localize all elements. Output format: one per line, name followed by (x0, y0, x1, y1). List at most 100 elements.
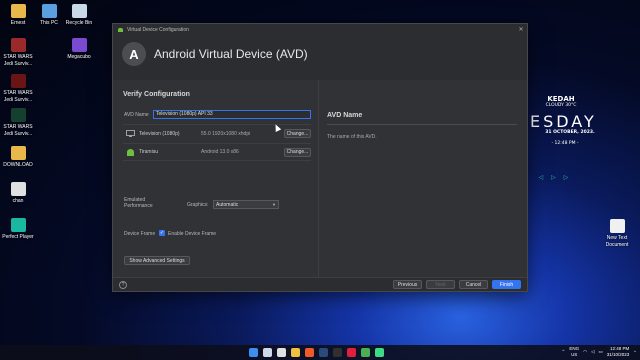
chrome-icon[interactable] (361, 348, 370, 357)
show-advanced-settings-button[interactable]: Show Advanced Settings (124, 256, 190, 265)
desktop-icon[interactable]: STAR WARS Jedi Surviv... (1, 38, 35, 67)
previous-button[interactable]: Previous (393, 280, 422, 289)
device-spec: 55.0 1920x1080 xhdpi (201, 130, 251, 137)
widget-date: 31 OCTOBER, 2023. (545, 130, 595, 135)
terminal-icon[interactable] (333, 348, 342, 357)
desktop-icon-label: STAR WARS Jedi Surviv... (3, 124, 33, 137)
help-panel-title: AVD Name (327, 112, 363, 119)
desktop-icon[interactable]: STAR WARS Jedi Surviv... (1, 74, 35, 103)
help-panel-rule (327, 124, 517, 125)
task-view-icon[interactable] (277, 348, 286, 357)
android-icon (127, 148, 134, 156)
desktop-icon-label: DOWNLOAD (3, 162, 33, 168)
desktop-icon-label: STAR WARS Jedi Surviv... (3, 90, 33, 103)
folder-icon (10, 146, 26, 160)
device-frame-label: Device Frame (124, 231, 156, 237)
desktop-icon-new-text-document[interactable]: New Text Document (600, 219, 634, 248)
game-icon (10, 108, 26, 122)
game-icon (10, 74, 26, 88)
file-explorer-icon[interactable] (291, 348, 300, 357)
volume-icon[interactable]: ◁ (591, 349, 594, 355)
system-image-spec: Android 13.0 x86 (201, 149, 239, 155)
chevron-up-icon[interactable]: ⌃ (562, 349, 566, 355)
emulated-performance-label: Emulated Performance (124, 197, 153, 209)
system-tray: ⌃ ENG US ◠ ◁ ▭ 12:48 PM 31/10/2023 ◔ (562, 346, 636, 357)
desktop-icon-label: Ernest (10, 20, 26, 26)
media-controls[interactable]: ◁ ▷ ▷ (538, 174, 572, 181)
android-studio-icon (118, 27, 123, 32)
desktop-icon[interactable]: Ernest (1, 4, 35, 27)
system-image-name: Tiramisu (139, 149, 158, 155)
panel-divider (318, 80, 319, 277)
desktop-icon-label: Recycle Bin (65, 20, 93, 26)
change-system-image-button[interactable]: Change... (284, 147, 311, 157)
device-row-hardware: Television (1080p) 55.0 1920x1080 xhdpi … (123, 124, 311, 142)
desktop-icon-label: This PC (40, 20, 58, 26)
language-indicator[interactable]: ENG US (569, 346, 579, 357)
desktop-icon-label: Perfect Player (2, 234, 34, 240)
battery-icon[interactable]: ▭ (598, 349, 602, 355)
weather-condition: CLOUDY 30°C (545, 103, 577, 108)
finish-button[interactable]: Finish (492, 280, 521, 289)
help-icon[interactable]: ? (119, 280, 127, 289)
text-document-icon (609, 219, 625, 233)
taskbar-apps (249, 348, 384, 357)
desktop-icon[interactable]: Recycle Bin (62, 4, 96, 27)
file-icon (10, 182, 26, 196)
taskbar: ⌃ ENG US ◠ ◁ ▭ 12:48 PM 31/10/2023 ◔ (0, 345, 640, 360)
desktop-icon[interactable]: STAR WARS Jedi Surviv... (1, 108, 35, 137)
avd-logo-icon: A (122, 42, 146, 66)
opera-gx-icon[interactable] (347, 348, 356, 357)
dialog-header: A Android Virtual Device (AVD) (113, 35, 527, 73)
tv-icon (126, 130, 135, 137)
widget-time: - 12:48 PM - (551, 141, 579, 146)
graphics-label: Graphics: (187, 202, 209, 208)
device-name: Television (1080p) (139, 130, 180, 137)
folder-user-icon (10, 4, 26, 18)
android-studio-icon[interactable] (375, 348, 384, 357)
next-button[interactable]: Next (426, 280, 455, 289)
dialog-window-title: Virtual Device Configuration (127, 26, 189, 33)
desktop-icon-label: Megacubo (67, 54, 91, 60)
graphics-selected-value: Automatic (216, 201, 239, 208)
desktop-icon-label: chan (12, 198, 24, 204)
close-icon[interactable]: ✕ (515, 26, 527, 33)
weather-widget: KEDAH CLOUDY 30°C (536, 95, 586, 108)
recycle-bin-icon (71, 4, 87, 18)
avd-name-input[interactable]: Television (1080p) API 33 (153, 110, 311, 119)
section-title: Verify Configuration (123, 91, 190, 98)
desktop-icon[interactable]: Perfect Player (1, 218, 35, 241)
dialog-footer: ? Previous Next Cancel Finish (113, 277, 527, 291)
desktop-icon-label: STAR WARS Jedi Surviv... (3, 54, 33, 67)
dialog-body: Verify Configuration AVD Name Television… (113, 80, 527, 277)
search-icon[interactable] (263, 348, 272, 357)
game-icon (10, 38, 26, 52)
cancel-button[interactable]: Cancel (459, 280, 488, 289)
enable-device-frame-checkbox[interactable]: ✓ (159, 230, 165, 236)
desktop-icon[interactable]: Megacubo (62, 38, 96, 61)
graphics-select[interactable]: Automatic ▼ (213, 200, 279, 209)
header-title: Android Virtual Device (AVD) (154, 47, 308, 61)
dialog-titlebar[interactable]: Virtual Device Configuration ✕ (113, 24, 527, 35)
avd-name-label: AVD Name (124, 112, 149, 118)
desktop-icon[interactable]: DOWNLOAD (1, 146, 35, 169)
desktop-icon[interactable]: This PC (32, 4, 66, 27)
taskbar-clock[interactable]: 12:48 PM 31/10/2023 (607, 346, 630, 357)
desktop-icon[interactable]: chan (1, 182, 35, 205)
player-icon (10, 218, 26, 232)
help-panel-description: The name of this AVD. (327, 134, 377, 140)
notification-bell-icon[interactable]: ◔ (633, 349, 636, 354)
virtual-device-configuration-dialog: Virtual Device Configuration ✕ A Android… (112, 23, 528, 292)
windows-start-icon[interactable] (249, 348, 258, 357)
megacubo-icon (71, 38, 87, 52)
change-hardware-button[interactable]: Change... (284, 129, 311, 138)
wifi-icon[interactable]: ◠ (583, 349, 587, 355)
brave-browser-icon[interactable] (305, 348, 314, 357)
chevron-down-icon: ▼ (272, 202, 276, 207)
weather-location: KEDAH (547, 95, 575, 103)
device-row-system-image: Tiramisu Android 13.0 x86 Change... (123, 143, 311, 161)
day-of-week-text: ESDAY (530, 112, 597, 131)
enable-device-frame-label: Enable Device Frame (168, 231, 217, 237)
computer-icon (41, 4, 57, 18)
steam-icon[interactable] (319, 348, 328, 357)
